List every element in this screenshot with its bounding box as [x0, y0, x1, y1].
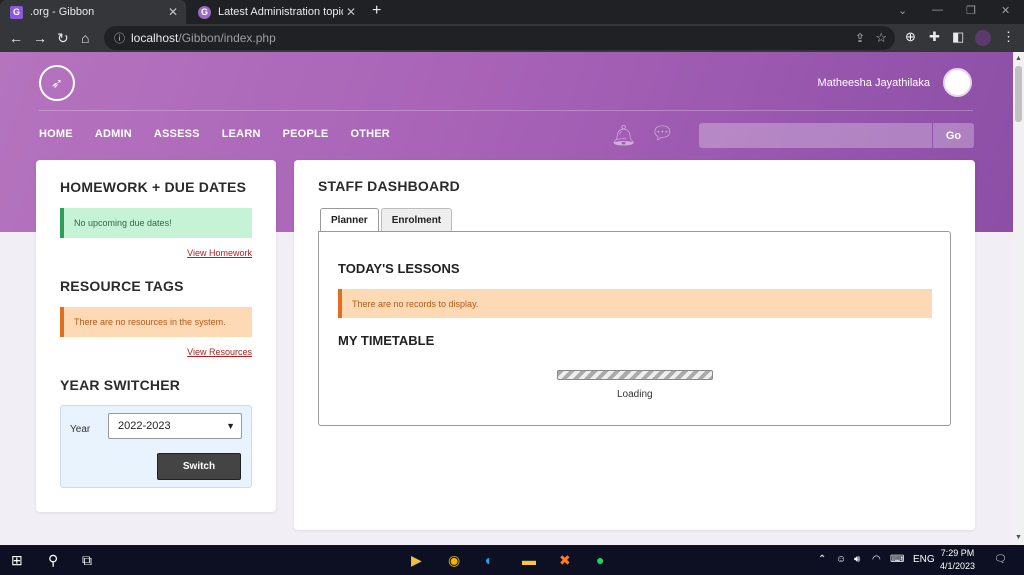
share-icon[interactable]: ⇪ — [855, 31, 865, 45]
close-icon[interactable]: ✕ — [168, 5, 178, 19]
nav-other[interactable]: OTHER — [350, 128, 390, 140]
page-title: STAFF DASHBOARD — [318, 178, 460, 194]
view-homework-link[interactable]: View Homework — [187, 248, 252, 258]
windows-taskbar: ⊞ ⚲ ⧉ ▶ ◉ ◐ ▬ ✖ ● ⌃ ☺ 🔊︎ ◠ ⌨ ENG 7:29 PM… — [0, 545, 1024, 575]
homework-title: HOMEWORK + DUE DATES — [60, 179, 247, 195]
xampp-icon[interactable]: ✖ — [559, 552, 571, 569]
keyboard-icon[interactable]: ⌨ — [890, 554, 904, 565]
browser-tab-forum[interactable]: G Latest Administration topics - Gib ✕ — [188, 0, 364, 24]
language-indicator[interactable]: ENG — [913, 554, 935, 565]
year-select[interactable]: 2022-2023 ▼ — [108, 413, 242, 439]
minimize-icon[interactable]: — — [932, 4, 943, 16]
home-icon[interactable]: ⌂ — [81, 30, 89, 46]
address-bar[interactable]: ⓘ localhost/Gibbon/index.php ⇪ ☆ — [104, 26, 895, 50]
tray-app-icon[interactable]: ☺ — [836, 554, 846, 565]
browser-tab-strip: G .org - Gibbon ✕ G Latest Administratio… — [0, 0, 1024, 24]
sidebar: HOMEWORK + DUE DATES No upcoming due dat… — [36, 160, 276, 512]
nav-assess[interactable]: ASSESS — [154, 128, 200, 140]
view-resources-link[interactable]: View Resources — [187, 347, 252, 357]
media-player-icon[interactable]: ▶ — [411, 552, 422, 569]
close-icon[interactable]: ✕ — [346, 5, 356, 19]
bookmark-star-icon[interactable]: ☆ — [875, 30, 887, 46]
clock-time: 7:29 PM — [940, 548, 975, 558]
main-nav: HOME ADMIN ASSESS LEARN PEOPLE OTHER — [39, 128, 412, 140]
tab-planner[interactable]: Planner — [320, 208, 379, 232]
edge-icon[interactable]: ◐ — [485, 552, 493, 568]
planner-panel: TODAY'S LESSONS There are no records to … — [318, 231, 951, 426]
header-divider — [39, 110, 973, 111]
system-clock[interactable]: 7:29 PM 4/1/2023 — [940, 547, 975, 573]
my-timetable-title: MY TIMETABLE — [338, 333, 435, 348]
spotify-icon[interactable]: ● — [596, 552, 604, 568]
user-name[interactable]: Matheesha Jayathilaka — [817, 77, 930, 89]
nav-learn[interactable]: LEARN — [222, 128, 261, 140]
browser-tab-label: .org - Gibbon — [30, 6, 95, 18]
user-avatar[interactable] — [943, 68, 972, 97]
year-label: Year — [70, 424, 91, 435]
tray-chevron-up-icon[interactable]: ⌃ — [818, 554, 826, 565]
browser-tab-gibbon[interactable]: G .org - Gibbon ✕ — [0, 0, 186, 24]
chevron-down-icon: ▼ — [226, 421, 235, 431]
wifi-icon[interactable]: ◠ — [872, 554, 881, 565]
todays-lessons-title: TODAY'S LESSONS — [338, 261, 460, 276]
nav-home[interactable]: HOME — [39, 128, 73, 140]
resource-tags-title: RESOURCE TAGS — [60, 278, 184, 294]
new-tab-icon[interactable]: + — [372, 2, 381, 20]
side-panel-icon[interactable]: ◧ — [952, 29, 964, 45]
dashboard-tabs: Planner Enrolment — [320, 208, 454, 232]
url-host: localhost — [131, 31, 179, 45]
switch-button[interactable]: Switch — [157, 453, 241, 480]
scroll-down-icon[interactable]: ▼ — [1015, 534, 1022, 541]
search-input[interactable] — [699, 123, 932, 148]
year-select-value: 2022-2023 — [118, 420, 171, 432]
scrollbar-thumb[interactable] — [1015, 66, 1022, 122]
restore-icon[interactable]: ❐ — [966, 4, 976, 17]
resources-alert: There are no resources in the system. — [60, 307, 252, 337]
forum-favicon-icon: G — [198, 5, 211, 19]
windows-start-icon[interactable]: ⊞ — [11, 552, 23, 569]
page-viewport: ➶ Matheesha Jayathilaka HOME ADMIN ASSES… — [0, 52, 1013, 545]
profile-avatar-icon[interactable] — [975, 30, 991, 46]
gibbon-logo[interactable]: ➶ — [39, 65, 75, 101]
notifications-bell-icon[interactable]: 🔔︎ — [611, 123, 636, 148]
chrome-icon[interactable]: ◉ — [448, 552, 460, 569]
task-view-icon[interactable]: ⧉ — [82, 552, 92, 569]
gibbon-favicon-icon: G — [10, 5, 23, 19]
url-path: /Gibbon/index.php — [178, 31, 276, 45]
homework-alert: No upcoming due dates! — [60, 208, 252, 238]
browser-toolbar: ← → ↻ ⌂ ⓘ localhost/Gibbon/index.php ⇪ ☆ — [0, 24, 1024, 52]
search-go-button[interactable]: Go — [933, 123, 974, 148]
nav-people[interactable]: PEOPLE — [283, 128, 329, 140]
window-close-icon[interactable]: ✕ — [1001, 4, 1010, 17]
page-scrollbar[interactable]: ▲ ▼ — [1013, 52, 1024, 545]
year-switcher-form: Year 2022-2023 ▼ Switch — [60, 405, 252, 488]
loading-text: Loading — [617, 389, 653, 400]
nav-admin[interactable]: ADMIN — [95, 128, 132, 140]
back-icon[interactable]: ← — [9, 30, 23, 46]
forward-icon[interactable]: → — [33, 30, 47, 46]
extension-plus-icon[interactable]: ⊕ — [905, 29, 916, 45]
loading-bar — [557, 370, 713, 380]
lessons-alert: There are no records to display. — [338, 289, 932, 318]
clock-date: 4/1/2023 — [940, 561, 976, 571]
main-content: STAFF DASHBOARD Planner Enrolment TODAY'… — [294, 160, 975, 530]
menu-kebab-icon[interactable]: ⋮ — [1002, 29, 1015, 45]
scroll-up-icon[interactable]: ▲ — [1015, 55, 1022, 62]
search-icon[interactable]: ⚲ — [48, 552, 58, 569]
tab-search-icon[interactable]: ⌄ — [898, 4, 907, 17]
year-switcher-title: YEAR SWITCHER — [60, 377, 181, 393]
notification-center-icon[interactable]: 🗨︎ — [994, 554, 1007, 565]
reload-icon[interactable]: ↻ — [57, 30, 69, 47]
volume-icon[interactable]: 🔊︎ — [854, 554, 860, 565]
file-explorer-icon[interactable]: ▬ — [522, 552, 536, 568]
info-icon[interactable]: ⓘ — [114, 30, 125, 46]
messages-icon[interactable]: 💬︎ — [651, 123, 674, 144]
tab-enrolment[interactable]: Enrolment — [380, 208, 453, 231]
browser-tab-label: Latest Administration topics - Gib — [218, 6, 343, 18]
extensions-puzzle-icon[interactable]: ✚ — [929, 29, 940, 45]
